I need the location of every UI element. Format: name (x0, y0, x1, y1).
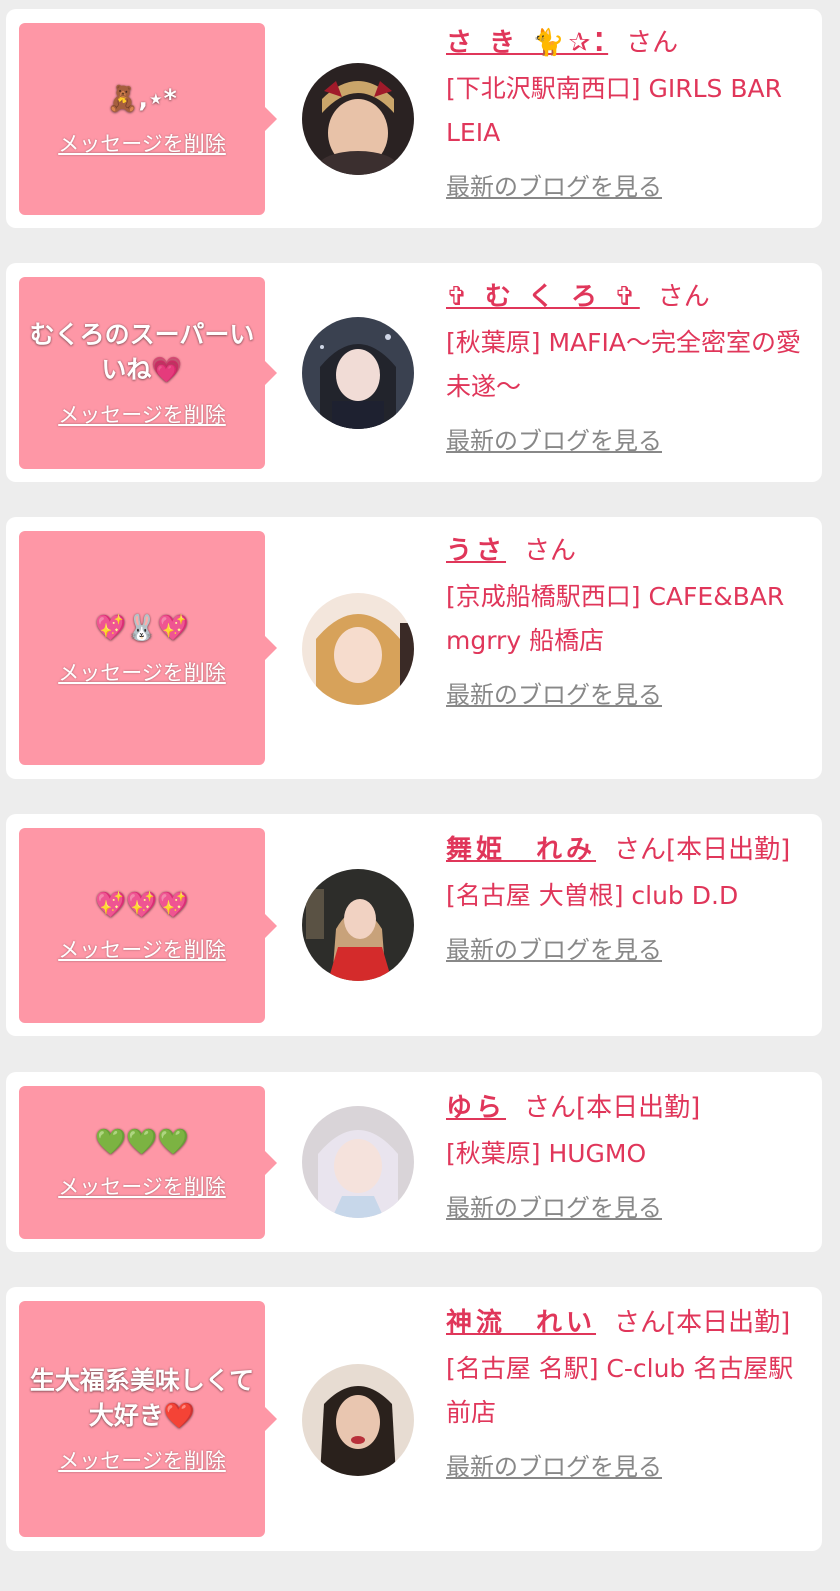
latest-blog-link[interactable]: 最新のブログを見る (446, 1188, 662, 1223)
latest-blog-link[interactable]: 最新のブログを見る (446, 1447, 662, 1482)
shop-name: [秋葉原] HUGMO (446, 1139, 647, 1168)
message-card: 🧸,⋆* メッセージを削除 さ き 🐈✰⁚ さん [下北沢駅南西口] GIRLS … (6, 9, 822, 228)
avatar[interactable] (302, 1106, 414, 1218)
avatar-photo-icon (302, 593, 414, 705)
sender-suffix: さん[本日出勤] (524, 1093, 701, 1123)
sender-info: うさ さん [京成船橋駅西口] CAFE&BAR mgrry 船橋店 最新のブログ… (446, 529, 808, 710)
shop-name: [名古屋 大曽根] club D.D (446, 881, 739, 910)
avatar[interactable] (302, 869, 414, 981)
shop-name: [秋葉原] MAFIA〜完全密室の愛未遂〜 (446, 328, 801, 401)
sender-name-link[interactable]: うさ (446, 536, 506, 566)
message-bubble: むくろのスーパーいいね💗 メッセージを削除 (19, 277, 277, 469)
message-text: 🧸,⋆* (107, 83, 177, 113)
message-card: 💖🐰💖 メッセージを削除 うさ さん [京成船橋駅西口] CAFE&BAR mgr… (6, 517, 822, 779)
sender-info: 神流 れい さん[本日出勤] [名古屋 名駅] C-club 名古屋駅前店 最新の… (446, 1301, 808, 1482)
delete-message-link[interactable]: メッセージを削除 (58, 657, 226, 687)
avatar[interactable] (302, 317, 414, 429)
sender-name-link[interactable]: 舞姫 れみ (446, 835, 596, 865)
sender-name-link[interactable]: ✞ む く ろ ✞ (446, 282, 640, 312)
sender-info: さ き 🐈✰⁚ さん [下北沢駅南西口] GIRLS BAR LEIA 最新のブロ… (446, 21, 808, 202)
delete-message-link[interactable]: メッセージを削除 (58, 399, 226, 429)
message-bubble: 💖🐰💖 メッセージを削除 (19, 531, 277, 765)
avatar-photo-icon (302, 1364, 414, 1476)
message-bubble: 🧸,⋆* メッセージを削除 (19, 23, 277, 215)
latest-blog-link[interactable]: 最新のブログを見る (446, 421, 662, 456)
sender-suffix: さん (626, 28, 679, 58)
message-card: 生大福系美味しくて大好き❤️ メッセージを削除 神流 れい さん[本日出勤] [名… (6, 1287, 822, 1551)
message-bubble: 生大福系美味しくて大好き❤️ メッセージを削除 (19, 1301, 277, 1537)
sender-suffix: さん[本日出勤] (614, 1308, 791, 1338)
avatar-photo-icon (302, 1106, 414, 1218)
sender-suffix: さん[本日出勤] (614, 835, 791, 865)
shop-name: [京成船橋駅西口] CAFE&BAR mgrry 船橋店 (446, 582, 785, 655)
message-text: 💖💖💖 (95, 890, 189, 919)
message-text: 💖🐰💖 (95, 612, 189, 642)
sender-info: ゆら さん[本日出勤] [秋葉原] HUGMO 最新のブログを見る (446, 1086, 808, 1223)
avatar[interactable] (302, 1364, 414, 1476)
latest-blog-link[interactable]: 最新のブログを見る (446, 930, 662, 965)
sender-info: ✞ む く ろ ✞ さん [秋葉原] MAFIA〜完全密室の愛未遂〜 最新のブログ… (446, 275, 808, 456)
message-bubble: 💖💖💖 メッセージを削除 (19, 828, 277, 1023)
avatar-photo-icon (302, 317, 414, 429)
message-card: 💖💖💖 メッセージを削除 舞姫 れみ さん[本日出勤] [名古屋 大曽根] clu… (6, 814, 822, 1036)
sender-suffix: さん (657, 282, 710, 312)
delete-message-link[interactable]: メッセージを削除 (58, 1445, 226, 1475)
sender-info: 舞姫 れみ さん[本日出勤] [名古屋 大曽根] club D.D 最新のブログを… (446, 828, 808, 965)
sender-name-link[interactable]: 神流 れい (446, 1308, 596, 1338)
message-text: 生大福系美味しくて大好き❤️ (29, 1366, 255, 1430)
shop-name: [名古屋 名駅] C-club 名古屋駅前店 (446, 1354, 794, 1427)
sender-name-link[interactable]: ゆら (446, 1093, 506, 1123)
avatar-photo-icon (302, 869, 414, 981)
delete-message-link[interactable]: メッセージを削除 (58, 934, 226, 964)
latest-blog-link[interactable]: 最新のブログを見る (446, 675, 662, 710)
delete-message-link[interactable]: メッセージを削除 (58, 1171, 226, 1201)
shop-name: [下北沢駅南西口] GIRLS BAR LEIA (446, 74, 782, 147)
sender-name-link[interactable]: さ き 🐈✰⁚ (446, 28, 608, 58)
message-card: 💚💚💚 メッセージを削除 ゆら さん[本日出勤] [秋葉原] HUGMO 最新のブ… (6, 1072, 822, 1252)
message-card: むくろのスーパーいいね💗 メッセージを削除 ✞ む く ろ ✞ さん [秋葉原] … (6, 263, 822, 482)
avatar-photo-icon (302, 63, 414, 175)
avatar[interactable] (302, 593, 414, 705)
latest-blog-link[interactable]: 最新のブログを見る (446, 167, 662, 202)
sender-suffix: さん (524, 536, 577, 566)
avatar[interactable] (302, 63, 414, 175)
message-text: 💚💚💚 (95, 1127, 189, 1156)
message-bubble: 💚💚💚 メッセージを削除 (19, 1086, 277, 1239)
message-text: むくろのスーパーいいね💗 (29, 320, 255, 384)
delete-message-link[interactable]: メッセージを削除 (58, 128, 226, 158)
